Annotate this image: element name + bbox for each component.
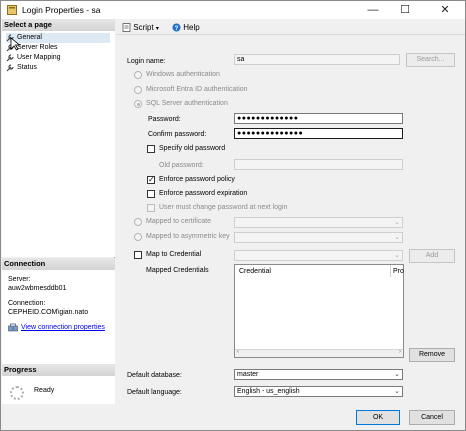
asymmetric-key-dropdown[interactable]: ⌄ xyxy=(234,232,403,243)
chevron-down-icon[interactable]: ▾ xyxy=(156,26,159,32)
wrench-icon xyxy=(6,64,14,72)
chevron-down-icon: ⌄ xyxy=(394,234,400,241)
svg-text:?: ? xyxy=(175,25,179,32)
specify-old-password-checkbox[interactable] xyxy=(147,145,155,153)
help-icon: ? xyxy=(172,23,181,32)
chevron-down-icon: ⌄ xyxy=(394,371,400,378)
windows-auth-radio[interactable] xyxy=(134,71,142,79)
mapped-certificate-radio[interactable] xyxy=(134,218,142,226)
title-bar: Login Properties - sa — ☐ ✕ xyxy=(1,1,465,19)
mouse-cursor-icon xyxy=(10,37,21,51)
wrench-icon xyxy=(6,54,14,62)
server-label: Server: xyxy=(8,276,31,283)
toolbar: Script ▾ ? Help xyxy=(116,19,465,35)
script-label: Script xyxy=(133,23,154,32)
old-password-field[interactable] xyxy=(234,159,403,170)
help-label: Help xyxy=(183,23,200,32)
login-properties-window: Login Properties - sa — ☐ ✕ Select a pag… xyxy=(0,0,466,431)
scroll-left-icon[interactable]: ‹ xyxy=(237,349,239,355)
cancel-button[interactable]: Cancel xyxy=(409,410,455,425)
map-credential-label: Map to Credential xyxy=(146,251,202,258)
password-field[interactable]: ●●●●●●●●●●●●● xyxy=(234,113,403,124)
default-language-dropdown[interactable]: English - us_english ⌄ xyxy=(234,386,403,397)
minimize-button[interactable]: — xyxy=(359,1,387,19)
page-item-user-mapping[interactable]: User Mapping xyxy=(6,53,61,63)
connection-properties-icon xyxy=(8,323,18,332)
page-list: General Server Roles User Mapping Status xyxy=(2,31,115,257)
enforce-policy-label: Enforce password policy xyxy=(159,176,235,183)
page-item-status[interactable]: Status xyxy=(6,63,37,73)
mapped-credentials-grid[interactable]: Credential Pro ‹ › xyxy=(234,264,404,358)
help-button[interactable]: ? Help xyxy=(172,22,200,33)
password-label: Password: xyxy=(148,116,181,123)
connection-value: CEPHEID.COM\gian.nato xyxy=(8,309,89,316)
left-panel: Select a page General Server Roles User … xyxy=(2,19,115,416)
select-page-header: Select a page xyxy=(2,19,115,31)
script-icon xyxy=(122,23,131,33)
mapped-certificate-label: Mapped to certificate xyxy=(146,218,211,225)
provider-column-header: Pro xyxy=(393,268,404,275)
certificate-dropdown[interactable]: ⌄ xyxy=(234,217,403,228)
app-icon xyxy=(7,5,17,15)
map-credential-checkbox[interactable] xyxy=(134,251,142,259)
maximize-button[interactable]: ☐ xyxy=(391,1,419,19)
old-password-label: Old password: xyxy=(159,162,204,169)
credential-column-header: Credential xyxy=(239,268,271,275)
view-connection-properties-link[interactable]: View connection properties xyxy=(21,324,105,331)
default-database-label: Default database: xyxy=(127,372,182,379)
login-name-label: Login name: xyxy=(127,58,166,65)
chevron-down-icon: ⌄ xyxy=(394,252,400,259)
remove-credential-button[interactable]: Remove xyxy=(409,348,455,362)
enforce-expiration-checkbox[interactable] xyxy=(147,190,155,198)
server-value: auw2wbmesddb01 xyxy=(8,285,67,292)
enforce-expiration-label: Enforce password expiration xyxy=(159,190,248,197)
progress-header: Progress xyxy=(2,364,115,376)
specify-old-password-label: Specify old password xyxy=(159,145,226,152)
page-item-label: Status xyxy=(17,64,37,71)
horizontal-scrollbar[interactable]: ‹ › xyxy=(235,349,403,357)
default-database-dropdown[interactable]: master ⌄ xyxy=(234,369,403,380)
window-title: Login Properties - sa xyxy=(22,5,101,15)
connection-label: Connection: xyxy=(8,300,46,307)
must-change-label: User must change password at next login xyxy=(159,204,288,211)
chevron-down-icon: ⌄ xyxy=(394,388,400,395)
connection-header: Connection xyxy=(2,258,115,270)
dialog-footer: OK Cancel xyxy=(1,404,465,430)
sql-auth-radio[interactable] xyxy=(134,100,142,108)
script-button[interactable]: Script ▾ xyxy=(122,22,159,33)
connection-info: Server: auw2wbmesddb01 Connection: CEPHE… xyxy=(2,270,115,364)
progress-status: Ready xyxy=(34,387,55,394)
credential-dropdown[interactable]: ⌄ xyxy=(234,250,403,261)
ok-button[interactable]: OK xyxy=(356,410,400,425)
column-divider xyxy=(390,265,391,277)
default-database-value: master xyxy=(237,371,259,378)
enforce-policy-checkbox[interactable] xyxy=(147,175,155,185)
sql-auth-label: SQL Server authentication xyxy=(146,100,228,107)
entra-auth-radio[interactable] xyxy=(134,86,142,94)
default-language-label: Default language: xyxy=(127,389,182,396)
page-item-label: Server Roles xyxy=(17,44,58,51)
entra-auth-label: Microsoft Entra ID authentication xyxy=(146,86,248,93)
add-credential-button[interactable]: Add xyxy=(409,249,455,263)
mapped-credentials-label: Mapped Credentials xyxy=(146,267,209,274)
confirm-password-field[interactable]: ●●●●●●●●●●●●●● xyxy=(234,128,403,139)
default-language-value: English - us_english xyxy=(237,388,300,395)
chevron-down-icon: ⌄ xyxy=(394,219,400,226)
progress-spinner-icon xyxy=(10,386,24,400)
scroll-right-icon[interactable]: › xyxy=(399,349,401,355)
close-button[interactable]: ✕ xyxy=(431,1,459,19)
general-page: Login name: sa Search... Windows authent… xyxy=(116,36,465,404)
confirm-password-label: Confirm password: xyxy=(148,131,207,138)
login-name-field[interactable]: sa xyxy=(234,54,400,65)
must-change-checkbox[interactable] xyxy=(147,204,155,212)
windows-auth-label: Windows authentication xyxy=(146,71,220,78)
mapped-asymmetric-key-radio[interactable] xyxy=(134,233,142,241)
page-item-label: User Mapping xyxy=(17,54,61,61)
mapped-asymmetric-key-label: Mapped to asymmetric key xyxy=(146,233,230,240)
search-button[interactable]: Search... xyxy=(406,53,455,67)
